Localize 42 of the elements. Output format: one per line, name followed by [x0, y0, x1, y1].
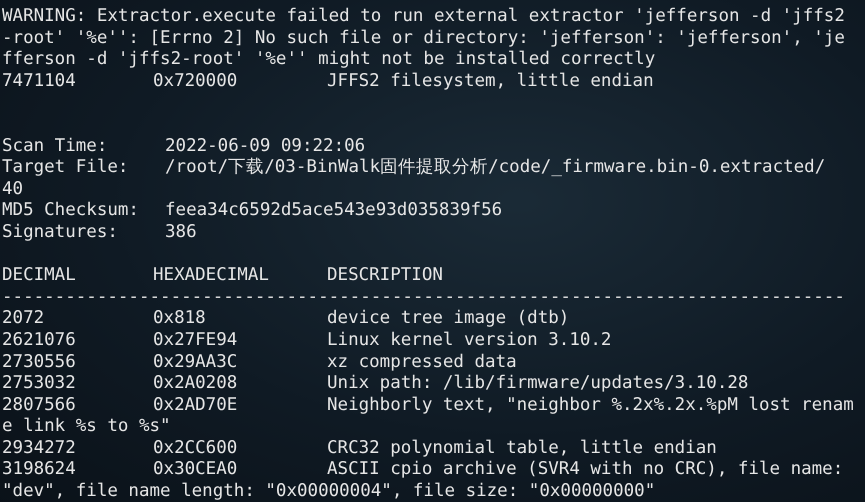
output-line: -root' '%e'': [Errno 2] No such file or directory: 'jefferson': 'jefferson', 'je — [2, 28, 845, 50]
table-cell: Linux kernel version 3.10.2 — [327, 330, 612, 352]
field-value: feea34c6592d5ace543e93d035839f56 — [165, 200, 502, 222]
column-header: HEXADECIMAL — [153, 265, 270, 287]
output-line: e link %s to %s" — [2, 416, 171, 438]
table-cell-text: 2730556 — [2, 352, 77, 374]
table-cell: Neighborly text, "neighbor %.2x%.2x.%pM lost renam — [327, 394, 854, 416]
output-line: "dev", file name length: "0x00000004", file size: "0x00000000" — [2, 481, 656, 502]
output-line: WARNING: Extractor.execute failed to run external extractor 'jefferson -d 'jffs2 — [2, 6, 845, 28]
table-cell-text: 0x27FE94 — [153, 330, 238, 352]
field-label: Signatures: — [2, 222, 119, 244]
table-cell-text: 2753032 — [2, 373, 77, 395]
output-line: 40 — [2, 178, 24, 200]
output-line: -------------------------------------------------------------------------------- — [2, 286, 845, 308]
table-cell-text: 2072 — [2, 308, 46, 330]
table-cell-text: 0x30CEA0 — [153, 459, 238, 482]
field-label: Target File: — [2, 157, 130, 179]
table-cell: CRC32 polynomial table, little endian — [327, 438, 717, 460]
column-header: DESCRIPTION — [327, 265, 443, 287]
table-cell-text: 0x818 — [153, 308, 207, 330]
table-cell: ASCII cpio archive (SVR4 with no CRC), file name: — [327, 459, 844, 482]
field-value: 386 — [165, 222, 197, 244]
table-cell: Unix path: /lib/firmware/updates/3.10.28 — [327, 373, 748, 395]
table-cell-text: 0x720000 — [153, 70, 238, 92]
table-cell: device tree image (dtb) — [327, 308, 570, 330]
table-cell-text: 0x2A0208 — [153, 373, 238, 395]
table-cell-text: 0x2AD70E — [153, 394, 238, 416]
field-label: Scan Time: — [2, 136, 108, 158]
field-label: MD5 Checksum: — [2, 200, 140, 222]
table-cell-text: 7471104 — [2, 70, 77, 92]
table-cell: JFFS2 filesystem, little endian — [327, 70, 654, 92]
field-value: /root/下载/03-BinWalk固件提取分析/code/_firmware.bin-0.extracted/ — [165, 157, 826, 179]
table-cell-text: 2807566 — [2, 394, 77, 416]
table-cell-text: 2934272 — [2, 438, 77, 460]
output-line: fferson -d 'jffs2-root' '%e'' might not be installed correctly — [2, 49, 656, 71]
table-cell-text: 2621076 — [2, 330, 77, 352]
table-cell-text: 0x29AA3C — [153, 352, 238, 374]
table-cell-text: 3198624 — [2, 459, 77, 482]
table-cell: xz compressed data — [327, 352, 517, 374]
column-header: DECIMAL — [2, 265, 77, 287]
table-cell-text: 0x2CC600 — [153, 438, 238, 460]
field-value: 2022-06-09 09:22:06 — [165, 136, 366, 158]
